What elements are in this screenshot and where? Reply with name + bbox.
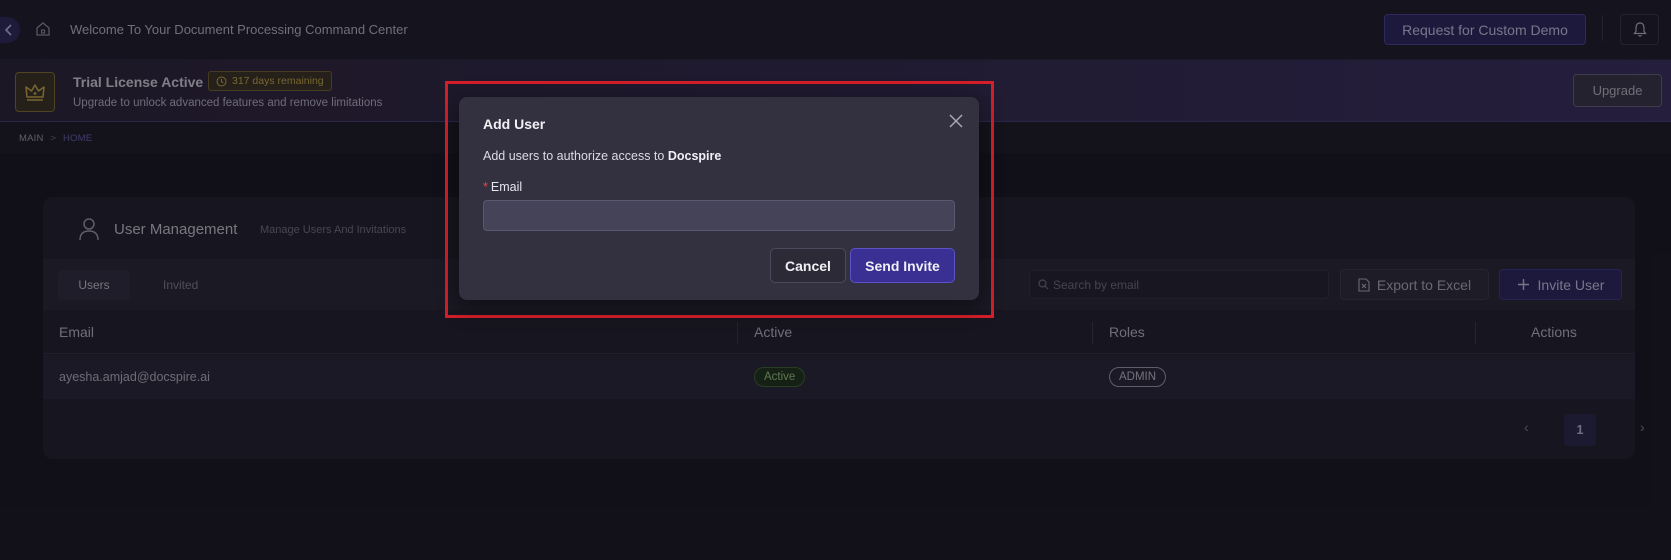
dialog-title: Add User [483, 116, 546, 132]
send-invite-button[interactable]: Send Invite [850, 248, 955, 283]
email-field[interactable] [483, 200, 955, 231]
dialog-description: Add users to authorize access to Docspir… [483, 149, 721, 163]
email-label-text: Email [490, 180, 523, 194]
brand-name: Docspire [667, 149, 722, 163]
required-mark: * [483, 180, 488, 194]
close-icon[interactable] [947, 112, 965, 130]
email-label: * Email [483, 180, 522, 194]
add-user-dialog: Add User Add users to authorize access t… [459, 97, 979, 300]
cancel-button[interactable]: Cancel [770, 248, 846, 283]
description-text: Add users to authorize access to [483, 149, 665, 163]
